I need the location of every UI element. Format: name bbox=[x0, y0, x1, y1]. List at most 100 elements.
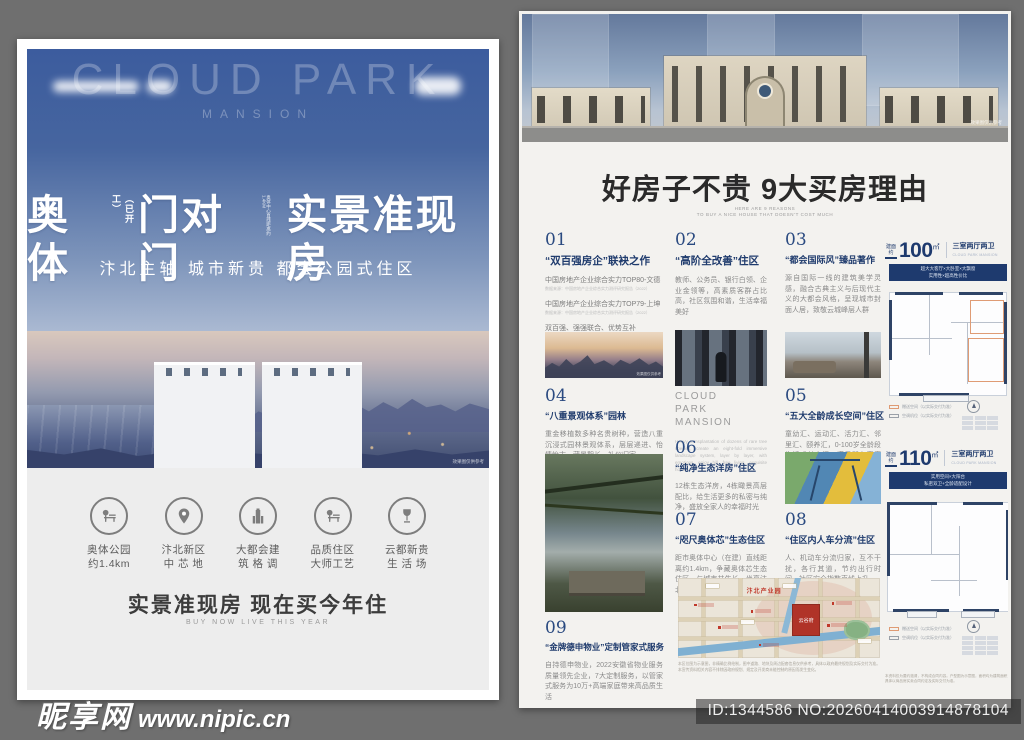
render-caption: 效果图仅供参考 bbox=[971, 120, 1003, 126]
feature-label: 云都新贵 bbox=[373, 543, 441, 557]
reason-number: 05 bbox=[785, 386, 881, 406]
reason-body: 教师、公务员、银行白领、企业金领等，高素质客群占比高，社区氛围和谐，生活幸福美好 bbox=[675, 276, 767, 318]
area-unit: ㎡ bbox=[933, 242, 940, 252]
legend-label: 空调机位（以实际交付为准） bbox=[902, 413, 954, 419]
reason-title: “双百强房企”联袂之作 bbox=[545, 253, 663, 268]
reason-body: 12栋生态洋房，4栋瞰景高层配比，给生活更多的私密与纯净，盛放全家人的幸福时光 bbox=[675, 482, 767, 514]
poster-front: CLOUD PARK MANSION 奥体 （已开工） 门对门 奥体中心直线距离… bbox=[27, 49, 489, 690]
photo-caption: 效果图仅供参考 bbox=[453, 459, 485, 465]
reason-number: 04 bbox=[545, 386, 663, 406]
reason-number: 07 bbox=[675, 510, 767, 530]
floor-plan-2-banner: 实用空间×大阳台 私密双卫+全龄适配设计 bbox=[889, 472, 1007, 489]
playground-photo bbox=[785, 452, 881, 504]
unit-type: 三室两厅两卫 bbox=[951, 449, 996, 459]
headline-lead-note: （已开工） bbox=[110, 194, 136, 238]
map-disclaimer: 本区位图为示意图，非精确比例绘制，图中道路、地块及周边配套信息仅供参考，具体以政… bbox=[678, 662, 880, 673]
area-label: 建面 约 bbox=[885, 244, 897, 259]
feature-item: 奥体公园 约1.4km bbox=[75, 497, 143, 571]
building-tower-left bbox=[154, 362, 255, 468]
reason-number: 02 bbox=[675, 230, 767, 250]
interior-view-photo bbox=[785, 332, 881, 378]
plans-disclaimer: 本资料仅为要约邀请，不构成合同内容。户型图为示意图，面积均为建筑面积，具体以商品… bbox=[885, 674, 1008, 684]
blurred-logo-right bbox=[415, 77, 461, 95]
legend-label: 赠送空间（以实际交付为准） bbox=[902, 626, 954, 632]
park-bench-icon bbox=[90, 497, 128, 535]
floor-plan-2-legend: 赠送空间（以实际交付为准） 空调机位（以实际交付为准） bbox=[889, 626, 954, 644]
building-tower-right bbox=[262, 362, 363, 468]
page-title: 好房子不贵 9大买房理由 bbox=[522, 166, 1008, 208]
feature-label: 约1.4km bbox=[75, 557, 143, 571]
nipic-watermark: 昵享网www.nipic.cn bbox=[36, 692, 290, 736]
reason-number: 01 bbox=[545, 230, 663, 250]
area-unit: ㎡ bbox=[931, 450, 938, 460]
poster-front-card: CLOUD PARK MANSION 奥体 （已开工） 门对门 奥体中心直线距离… bbox=[17, 39, 499, 700]
location-pin-icon bbox=[165, 497, 203, 535]
banner-line2: 私密双卫+全龄适配设计 bbox=[889, 480, 1007, 487]
reason-line: 中国房地产企业综合实力TOP80-文德 bbox=[545, 275, 663, 285]
feature-item: 品质住区 大师工艺 bbox=[299, 497, 367, 571]
floor-plan-1-drawing bbox=[889, 292, 1007, 396]
park-photo bbox=[545, 454, 663, 612]
reason-body: 源自国际一线的建筑美学灵感，融合古典主义与后现代主义的大都会风格，呈现城市封面人… bbox=[785, 274, 881, 316]
poster-subtitle: 汴北主轴 城市新贵 都会公园式住区 bbox=[27, 255, 489, 279]
park-bench-icon bbox=[314, 497, 352, 535]
unit-type-en: CLOUD PARK MANSION bbox=[953, 253, 998, 257]
blurred-logo-left bbox=[53, 81, 139, 92]
banner-line1: 超大大客厅×大卧室×大飘窗 bbox=[889, 265, 1007, 272]
reason-block-04: 04 “八重景观体系”园林 重金移植数多种名贵树种，营造八重沉浸式园林景观体系，… bbox=[545, 386, 663, 462]
flyer-back-card: 效果图仅供参考 好房子不贵 9大买房理由 HERE ARE 9 REASONS … bbox=[519, 11, 1011, 708]
legend-label: 空调机位（以实际交付为准） bbox=[902, 635, 954, 641]
sales-center-building bbox=[664, 56, 866, 128]
floor-plan-2-drawing bbox=[887, 502, 1008, 612]
watermark-site-url: www.nipic.cn bbox=[138, 706, 290, 733]
headline-mid-note: 奥体中心直线距离约1.4KM bbox=[262, 195, 272, 239]
map-district-label: 汴北产业园 bbox=[747, 586, 782, 595]
street bbox=[522, 126, 1008, 142]
map-project-marker: 云谷府 bbox=[793, 605, 819, 635]
floor-plan-1-header: 建面 约 100 ㎡ 三室两厅两卫 CLOUD PARK MANSION bbox=[885, 240, 998, 261]
residential-building-render bbox=[154, 362, 362, 468]
reason-number: 09 bbox=[545, 618, 675, 638]
reason-body: 自持德申物业，2022安徽省物业服务质量领先企业，7大定制服务，以管家式服务为1… bbox=[545, 661, 663, 703]
floor-plan-2-header: 建面 约 110 ㎡ 三室两厅两卫 CLOUD PARK MANSION bbox=[885, 448, 997, 469]
unit-type-en: CLOUD PARK MANSION bbox=[951, 461, 996, 465]
spec-mini-table bbox=[962, 416, 998, 430]
location-map: 汴北产业园 云谷府 bbox=[678, 578, 880, 658]
reason-title: “都会国际风”臻品著作 bbox=[785, 253, 881, 266]
reason-title: “五大全龄成长空间”住区 bbox=[785, 409, 881, 422]
feature-label: 筑 格 调 bbox=[224, 557, 292, 571]
retail-wing-left bbox=[532, 88, 650, 128]
feature-label: 奥体公园 bbox=[75, 543, 143, 557]
reason-block-06: 06 “纯净生态洋房”住区 12栋生态洋房，4栋瞰景高层配比，给生活更多的私密与… bbox=[675, 438, 767, 514]
poster-slogan: 实景准现房 现在买今年住 bbox=[27, 589, 489, 619]
page-subtitle: HERE ARE 9 REASONS TO BUY A NICE HOUSE T… bbox=[522, 206, 1008, 218]
area-value: 100 bbox=[899, 240, 933, 261]
photo-caption: 效果图仅供参考 bbox=[637, 372, 662, 377]
reason-title: “八重景观体系”园林 bbox=[545, 409, 663, 422]
reason-number: 03 bbox=[785, 230, 881, 250]
design-preview-canvas: CLOUD PARK MANSION 奥体 （已开工） 门对门 奥体中心直线距离… bbox=[0, 0, 1024, 740]
map-lake bbox=[844, 620, 870, 640]
image-id-badge: ID:1344586 NO:20260414003914878104 bbox=[696, 699, 1021, 724]
reason-title: “咫尺奥体芯”生态住区 bbox=[675, 533, 767, 546]
feature-row: 奥体公园 约1.4km 汴北新区 中 芯 地 bbox=[75, 497, 441, 571]
feature-label: 大都会建 bbox=[224, 543, 292, 557]
brand-name-line2: PARK MANSION bbox=[675, 403, 767, 429]
feature-item: 汴北新区 中 芯 地 bbox=[150, 497, 218, 571]
feature-item: 云都新贵 生 活 场 bbox=[373, 497, 441, 571]
floor-plan-1-banner: 超大大客厅×大卧室×大飘窗 实用性×超高性价比 bbox=[889, 264, 1007, 281]
flyer-back: 效果图仅供参考 好房子不贵 9大买房理由 HERE ARE 9 REASONS … bbox=[522, 14, 1008, 705]
page-subtitle-en2: TO BUY A NICE HOUSE THAT DOESN'T COST MU… bbox=[522, 212, 1008, 218]
feature-item: 大都会建 筑 格 调 bbox=[224, 497, 292, 571]
reason-note: 数据来源：中国房地产企业综合实力测评研究报告（2022） bbox=[545, 310, 663, 316]
reason-number: 06 bbox=[675, 438, 767, 458]
reason-block-08: 08 “住区内人车分流”住区 人、机动车分流归家，互不干扰，各行其道，节约出行时… bbox=[785, 510, 881, 586]
reason-title: “高阶全改善”住区 bbox=[675, 253, 767, 268]
clock-ornament bbox=[759, 85, 771, 97]
feature-label: 生 活 场 bbox=[373, 557, 441, 571]
banner-line1: 实用空间×大阳台 bbox=[889, 473, 1007, 480]
reason-block-02: 02 “高阶全改善”住区 教师、公务员、银行白领、企业金领等，高素质客群占比高，… bbox=[675, 230, 767, 318]
sales-center-render: 效果图仅供参考 bbox=[522, 14, 1008, 142]
brand-name-line1: CLOUD bbox=[675, 390, 767, 403]
feature-label: 大师工艺 bbox=[299, 557, 367, 571]
